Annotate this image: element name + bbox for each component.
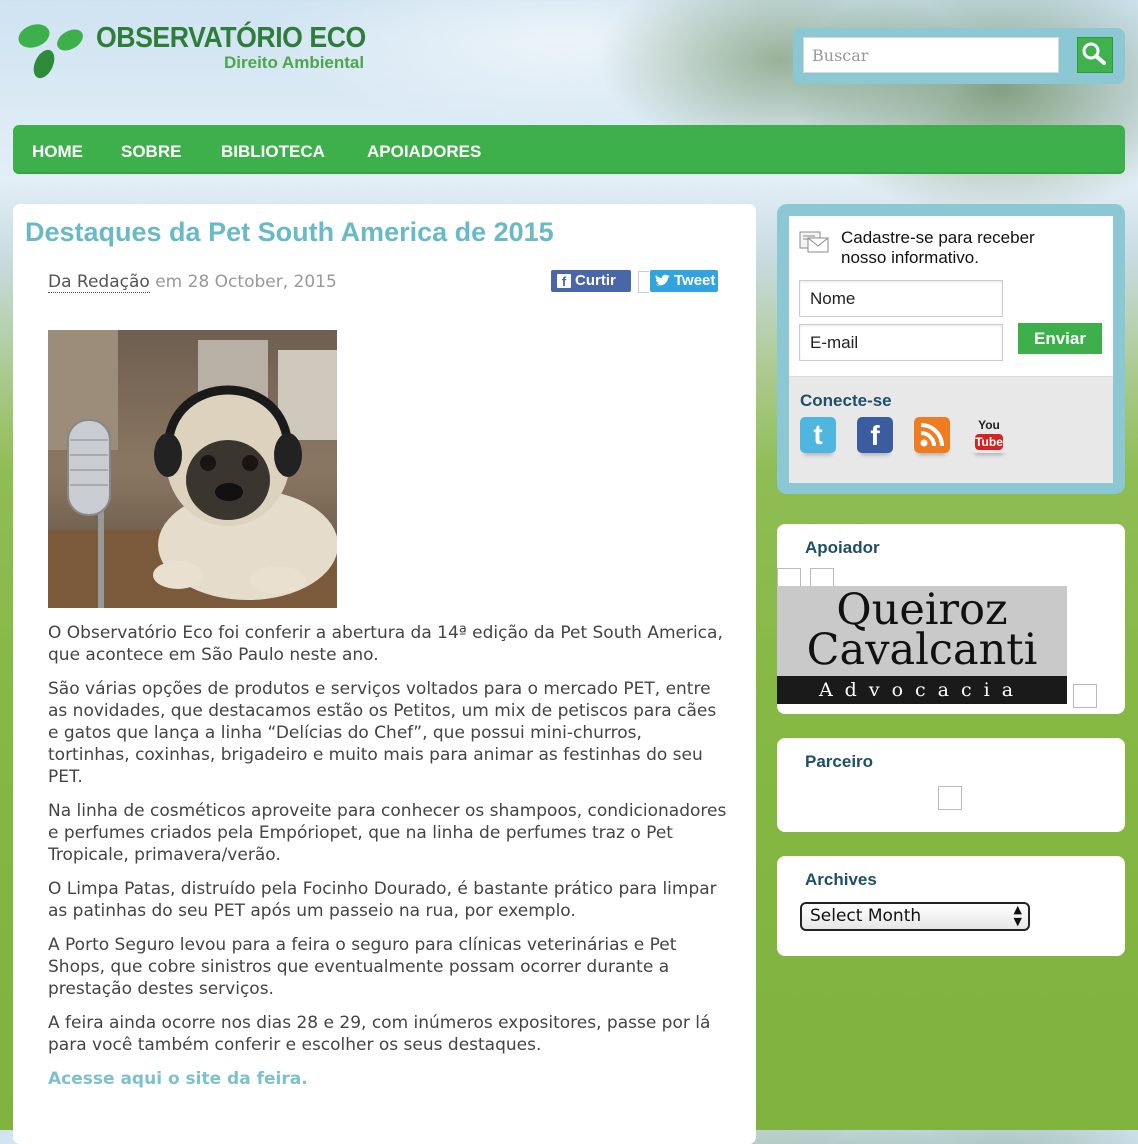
select-arrows-icon: ▲ ▼ xyxy=(1013,903,1022,928)
sponsor-logo[interactable]: Queiroz Cavalcanti Advocacia xyxy=(777,586,1067,704)
twitter-icon[interactable]: t xyxy=(800,417,836,453)
facebook-icon[interactable]: f xyxy=(857,417,893,453)
rss-icon[interactable] xyxy=(914,417,950,453)
search-bar: Buscar xyxy=(793,28,1125,84)
post-author-link[interactable]: Da Redação xyxy=(48,272,150,293)
post-paragraph: O Observatório Eco foi conferir a abertu… xyxy=(48,623,723,665)
facebook-like-button[interactable]: f Curtir xyxy=(551,270,631,292)
tweet-count xyxy=(638,271,649,293)
newsletter-widget: Cadastre-se para receber nosso informati… xyxy=(777,204,1125,494)
newsletter-text-line2: nosso informativo. xyxy=(841,248,979,267)
post-date: 28 October, 2015 xyxy=(187,272,337,292)
newsletter-text: Cadastre-se para receber nosso informati… xyxy=(841,228,1035,268)
newsletter-panel: Cadastre-se para receber nosso informati… xyxy=(789,216,1113,483)
facebook-icon: f xyxy=(557,274,571,289)
search-input[interactable]: Buscar xyxy=(803,37,1059,73)
post-date-prefix: em xyxy=(155,272,183,292)
partner-widget: Parceiro xyxy=(777,738,1125,832)
facebook-like-label: Curtir xyxy=(575,272,616,289)
sponsor-logo-line3: Advocacia xyxy=(777,676,1067,704)
post-paragraph: A feira ainda ocorre nos dias 28 e 29, c… xyxy=(48,1013,711,1055)
sponsor-title: Apoiador xyxy=(805,538,880,557)
nav-item-sobre[interactable]: SOBRE xyxy=(121,125,181,174)
site-subtitle: Direito Ambiental xyxy=(224,53,365,72)
archives-selected-value: Select Month xyxy=(810,906,922,926)
tweet-label: Tweet xyxy=(674,272,716,289)
nav-item-apoiadores[interactable]: APOIADORES xyxy=(367,125,481,174)
nav-item-biblioteca[interactable]: BIBLIOTECA xyxy=(221,125,325,174)
site-logo[interactable]: OBSERVATÓRIO ECO Direito Ambiental xyxy=(14,18,394,88)
main-nav: HOME SOBRE BIBLIOTECA APOIADORES xyxy=(13,125,1125,174)
post-paragraph: A Porto Seguro levou para a feira o segu… xyxy=(48,935,677,999)
leaf-logo-icon xyxy=(18,24,83,79)
connect-title: Conecte-se xyxy=(800,391,892,410)
newsletter-text-line1: Cadastre-se para receber xyxy=(841,228,1035,247)
partner-title: Parceiro xyxy=(805,752,874,771)
post-paragraph: Na linha de cosméticos aproveite para co… xyxy=(48,801,727,865)
post-paragraph: São várias opções de produtos e serviços… xyxy=(48,679,717,787)
sponsor-logo-line2: Cavalcanti xyxy=(806,625,1038,675)
youtube-icon[interactable]: You Tube xyxy=(971,417,1007,453)
rss-glyph xyxy=(920,423,944,447)
archives-widget: Archives Select Month ▲ ▼ xyxy=(777,856,1125,956)
broken-image-placeholder xyxy=(938,786,962,810)
nav-item-home[interactable]: HOME xyxy=(32,125,83,174)
archives-month-select[interactable]: Select Month ▲ ▼ xyxy=(800,902,1030,931)
sponsor-widget: Apoiador Queiroz Cavalcanti Advocacia xyxy=(777,524,1125,714)
post-body: O Observatório Eco foi conferir a abertu… xyxy=(48,622,728,1102)
name-field[interactable]: Nome xyxy=(799,280,1003,317)
pug-with-headphones-image xyxy=(48,330,337,608)
post-meta: Da Redação em 28 October, 2015 xyxy=(48,272,337,293)
post-title[interactable]: Destaques da Pet South America de 2015 xyxy=(25,217,554,248)
send-button[interactable]: Enviar xyxy=(1018,323,1102,354)
broken-image-placeholder xyxy=(1073,684,1097,708)
search-button[interactable] xyxy=(1077,37,1113,73)
newsletter-mail-icon xyxy=(799,231,829,253)
tweet-button[interactable]: Tweet xyxy=(650,270,718,292)
post-paragraph: O Limpa Patas, distruído pela Focinho Do… xyxy=(48,879,717,921)
fair-site-link[interactable]: Acesse aqui o site da feira. xyxy=(48,1069,308,1089)
email-field[interactable]: E-mail xyxy=(799,324,1003,361)
site-title: OBSERVATÓRIO ECO xyxy=(96,22,366,54)
archives-title: Archives xyxy=(805,870,877,889)
search-icon xyxy=(1082,42,1106,65)
twitter-bird-icon xyxy=(655,274,670,286)
post-article: Destaques da Pet South America de 2015 D… xyxy=(13,204,756,1144)
